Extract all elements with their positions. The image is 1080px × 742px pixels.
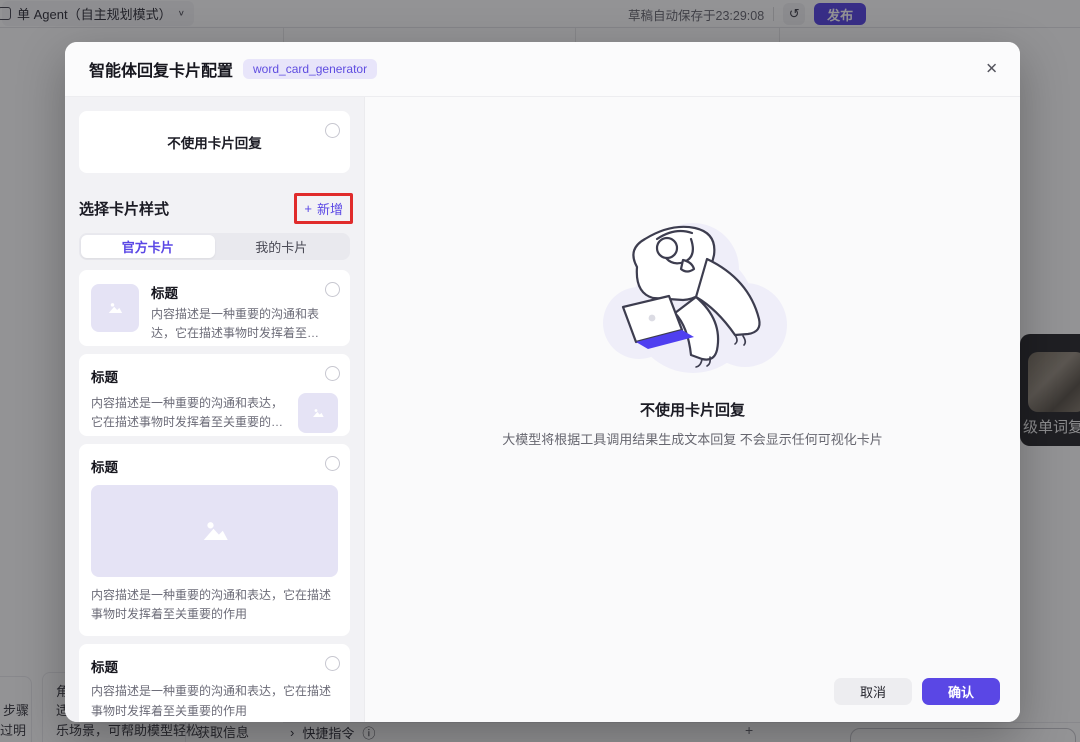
annotation-highlight-box: + 新增 (294, 193, 353, 224)
card-style-option-3[interactable]: 标题 内容描述是一种重要的沟通和表达，它在描述事物时发挥着至关重要的作用 (79, 444, 350, 636)
add-card-button[interactable]: + 新增 (304, 199, 343, 218)
cancel-button[interactable]: 取消 (834, 678, 912, 705)
preview-description: 大模型将根据工具调用结果生成文本回复 不会显示任何可视化卡片 (502, 429, 883, 448)
card-style-option-2[interactable]: 标题 内容描述是一种重要的沟通和表达，它在描述事物时发挥着至关重要的作用 (79, 354, 350, 436)
plus-icon: + (304, 201, 312, 216)
card-description: 内容描述是一种重要的沟通和表达，它在描述事物时发挥着至关重要的作用 (91, 586, 338, 624)
image-placeholder-thumb (91, 284, 139, 332)
image-placeholder-large (91, 485, 338, 577)
card-title: 标题 (151, 282, 322, 302)
card-style-option-4[interactable]: 标题 内容描述是一种重要的沟通和表达，它在描述事物时发挥着至关重要的作用 (79, 644, 350, 722)
card-radio[interactable] (325, 282, 340, 297)
tab-official-cards[interactable]: 官方卡片 (81, 235, 215, 258)
relaxing-person-illustration (593, 207, 793, 385)
card-style-sidebar: 不使用卡片回复 选择卡片样式 + 新增 官方卡片 我的卡片 (65, 97, 365, 722)
card-description: 内容描述是一种重要的沟通和表达，它在描述事物时发挥着至关重要的... (151, 305, 322, 343)
image-icon (105, 298, 125, 318)
section-title: 选择卡片样式 (79, 198, 169, 219)
card-source-tabs: 官方卡片 我的卡片 (79, 233, 350, 260)
card-description: 内容描述是一种重要的沟通和表达，它在描述事物时发挥着至关重要的作用 (91, 394, 288, 432)
preview-title: 不使用卡片回复 (640, 399, 745, 420)
card-title: 标题 (91, 366, 338, 386)
dialog-header: 智能体回复卡片配置 word_card_generator ✕ (65, 42, 1020, 97)
card-config-dialog: 智能体回复卡片配置 word_card_generator ✕ 不使用卡片回复 … (65, 42, 1020, 722)
close-icon[interactable]: ✕ (985, 62, 998, 77)
card-radio[interactable] (325, 456, 340, 471)
tab-my-cards[interactable]: 我的卡片 (215, 235, 349, 258)
add-card-label: 新增 (317, 199, 343, 218)
confirm-button[interactable]: 确认 (922, 678, 1000, 705)
preview-panel: 不使用卡片回复 大模型将根据工具调用结果生成文本回复 不会显示任何可视化卡片 (365, 97, 1020, 722)
no-card-option[interactable]: 不使用卡片回复 (79, 111, 350, 173)
card-radio[interactable] (325, 366, 340, 381)
card-title: 标题 (91, 456, 338, 476)
image-icon (197, 513, 233, 549)
card-description: 内容描述是一种重要的沟通和表达，它在描述事物时发挥着至关重要的作用 (91, 682, 338, 720)
no-card-label: 不使用卡片回复 (167, 132, 262, 152)
card-style-option-1[interactable]: 标题 内容描述是一种重要的沟通和表达，它在描述事物时发挥着至关重要的... (79, 270, 350, 346)
dialog-footer: 取消 确认 (834, 678, 1000, 705)
no-card-radio[interactable] (325, 123, 340, 138)
card-style-list: 标题 内容描述是一种重要的沟通和表达，它在描述事物时发挥着至关重要的... 标题… (79, 270, 350, 722)
dialog-title: 智能体回复卡片配置 (89, 57, 233, 81)
plugin-name-badge: word_card_generator (243, 59, 377, 79)
image-placeholder-thumb (298, 393, 338, 433)
card-title: 标题 (91, 656, 338, 676)
image-icon (310, 405, 326, 421)
